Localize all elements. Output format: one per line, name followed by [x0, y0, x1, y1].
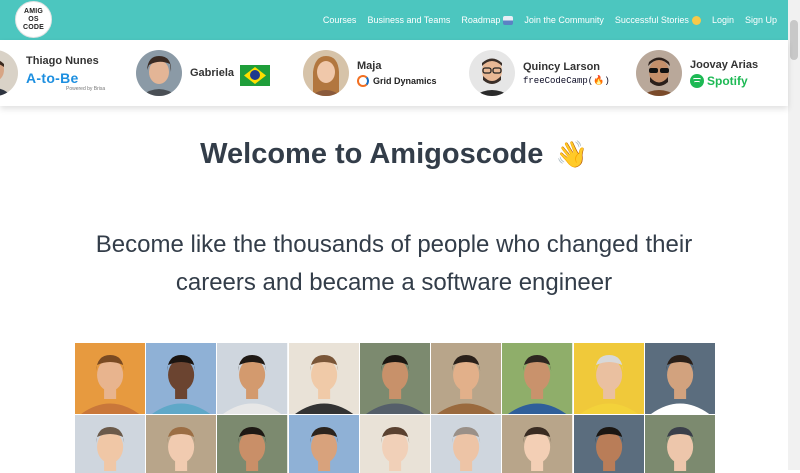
page-title: Welcome to Amigoscode 👋	[0, 138, 788, 171]
nav-link-business-and-teams[interactable]: Business and Teams	[367, 15, 450, 25]
testimonial-gabriela[interactable]: Gabriela	[136, 50, 234, 96]
student-face-photo	[644, 343, 715, 414]
avatar-gabriela	[136, 50, 182, 96]
testimonial-thiago[interactable]: Thiago Nunes A-to-Be Powered by Brisa	[0, 50, 105, 96]
student-face-photo	[644, 415, 715, 473]
student-face-photo	[359, 415, 431, 473]
scrollbar-thumb[interactable]	[790, 20, 798, 60]
company-spotify-label: Spotify	[707, 73, 748, 88]
roadmap-emoji-icon	[503, 15, 514, 25]
nav-link-courses[interactable]: Courses	[323, 15, 357, 25]
student-face-photo	[431, 343, 502, 414]
company-a-to-be-label: A-to-Be	[26, 69, 79, 86]
star-face-emoji-icon	[691, 15, 701, 25]
testimonial-maja-info: Maja Grid Dynamics	[357, 60, 437, 87]
student-face-photo	[502, 343, 573, 414]
testimonial-name: Maja	[357, 59, 382, 72]
avatar-joovay	[636, 50, 682, 96]
student-face-photo	[502, 415, 573, 473]
nav-link-business-label: Business and Teams	[367, 15, 451, 25]
student-face-photo	[146, 343, 217, 414]
nav-link-successful-stories[interactable]: Successful Stories	[615, 15, 701, 25]
waving-hand-icon: 👋	[555, 139, 588, 169]
brazil-flag-icon	[240, 65, 270, 86]
student-face-photo	[146, 415, 217, 473]
testimonial-name: Thiago Nunes	[26, 54, 99, 67]
testimonial-gabriela-info: Gabriela	[190, 67, 234, 79]
student-face-photo	[573, 343, 644, 414]
company-a-to-be: A-to-Be	[26, 70, 105, 86]
company-spotify: Spotify	[690, 73, 758, 88]
testimonial-quincy-info: Quincy Larson freeCodeCamp(🔥)	[523, 61, 610, 86]
testimonial-name: Joovay Arias	[690, 58, 759, 71]
student-face-photo	[288, 415, 359, 473]
nav-link-signup-label: Sign Up	[744, 15, 777, 25]
page-title-text: Welcome to Amigoscode	[200, 138, 544, 170]
company-grid-dynamics-label: Grid Dynamics	[373, 75, 437, 86]
logo-line-2: OS	[28, 15, 39, 23]
nav-link-roadmap-label: Roadmap	[461, 15, 501, 25]
testimonial-thiago-info: Thiago Nunes A-to-Be Powered by Brisa	[26, 55, 105, 92]
testimonial-joovay-info: Joovay Arias Spotify	[690, 59, 758, 88]
page-scrollbar[interactable]	[788, 0, 800, 470]
nav-link-community-label: Join the Community	[524, 15, 604, 25]
nav-link-join-community[interactable]: Join the Community	[524, 15, 604, 25]
avatar-maja	[303, 50, 349, 96]
nav-link-roadmap[interactable]: Roadmap	[461, 15, 514, 25]
amigoscode-logo[interactable]: AMIG OS CODE	[15, 1, 52, 38]
avatar-quincy	[469, 50, 515, 96]
spotify-logo-icon	[690, 73, 704, 88]
nav-link-courses-label: Courses	[322, 15, 357, 25]
logo-line-1: AMIG	[23, 7, 44, 15]
student-face-photo	[288, 343, 359, 414]
testimonial-joovay[interactable]: Joovay Arias Spotify	[636, 50, 758, 96]
testimonial-strip: Thiago Nunes A-to-Be Powered by Brisa Ga…	[0, 40, 788, 106]
company-freecodecamp: freeCodeCamp(🔥)	[523, 76, 610, 86]
company-freecodecamp-label: freeCodeCamp(🔥)	[523, 75, 610, 86]
avatar-thiago	[0, 50, 18, 96]
nav-link-stories-label: Successful Stories	[614, 15, 689, 25]
student-face-photo	[217, 343, 288, 414]
student-face-photo	[431, 415, 502, 473]
company-grid-dynamics: Grid Dynamics	[357, 74, 437, 87]
student-face-photo	[573, 415, 644, 473]
nav-link-login[interactable]: Login	[712, 15, 734, 25]
testimonial-name: Gabriela	[190, 67, 235, 79]
logo-line-3: CODE	[22, 23, 45, 31]
student-face-photo	[359, 343, 431, 414]
student-face-photo	[217, 415, 288, 473]
nav-link-sign-up[interactable]: Sign Up	[745, 15, 777, 25]
student-face-photo	[75, 343, 146, 414]
student-faces-grid	[75, 343, 715, 473]
nav-link-login-label: Login	[711, 15, 734, 25]
testimonial-name: Quincy Larson	[523, 60, 601, 73]
top-navbar: AMIG OS CODE Courses Business and Teams …	[0, 0, 800, 40]
nav-links: Courses Business and Teams Roadmap Join …	[312, 0, 777, 40]
company-sub-label: Powered by Brisa	[66, 85, 106, 92]
testimonial-quincy[interactable]: Quincy Larson freeCodeCamp(🔥)	[469, 50, 610, 96]
student-face-photo	[75, 415, 146, 473]
testimonial-maja[interactable]: Maja Grid Dynamics	[303, 50, 437, 96]
page-subtitle: Become like the thousands of people who …	[95, 231, 693, 296]
grid-dynamics-logo-icon	[357, 74, 369, 87]
